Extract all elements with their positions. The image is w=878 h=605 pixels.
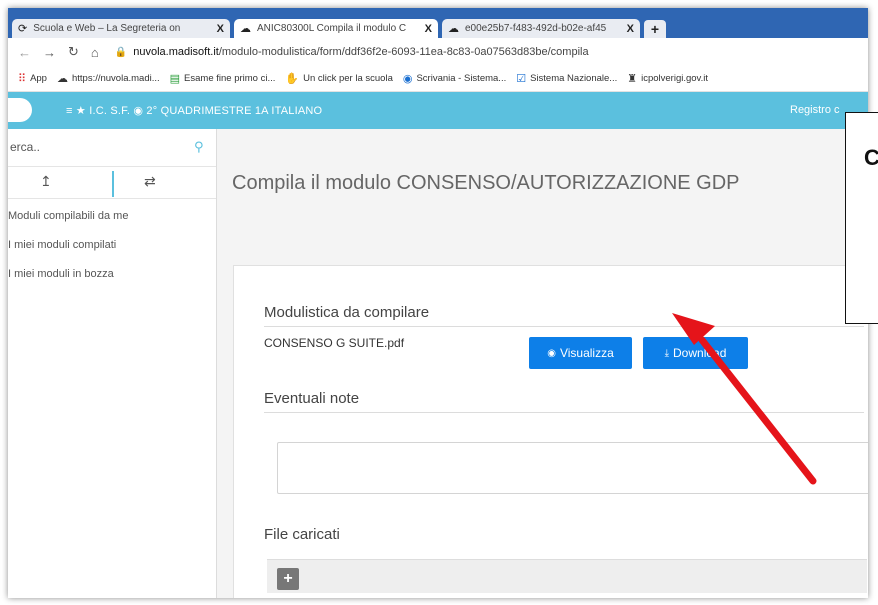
arrow-head (672, 313, 715, 345)
callout-box: C (845, 112, 878, 324)
callout-letter: C (864, 145, 878, 170)
screenshot-frame: ⟳ Scuola e Web – La Segreteria on X ☁ AN… (8, 8, 868, 598)
arrow-shaft (698, 336, 817, 485)
red-arrow-annotation (672, 313, 817, 485)
